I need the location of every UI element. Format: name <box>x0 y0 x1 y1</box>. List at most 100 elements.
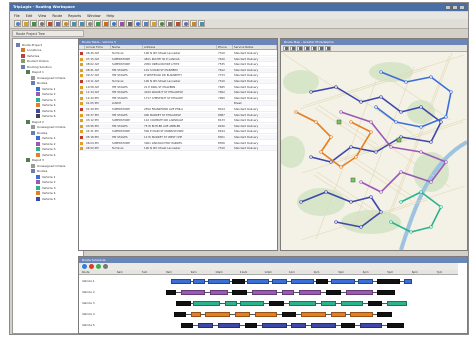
paste-button[interactable] <box>62 20 69 27</box>
table-row[interactable]: 01:49 PM SUPERSTORE 2550 FRANKFORD AVE PHI… <box>79 107 277 112</box>
stop-marker[interactable] <box>399 200 403 204</box>
stop-marker[interactable] <box>449 90 453 94</box>
table-row[interactable]: 10:58 AM HM STAGES 21 E KING ST MALVERN 784… <box>79 85 277 90</box>
stop-marker[interactable] <box>419 105 423 109</box>
tree-item[interactable]: Routes <box>31 169 47 174</box>
stop-marker[interactable] <box>429 75 433 79</box>
tree-item[interactable]: Unassigned Orders <box>31 163 66 168</box>
service-block[interactable] <box>345 289 373 295</box>
stop-marker[interactable] <box>379 95 383 99</box>
stop-marker[interactable] <box>374 105 378 109</box>
table-row[interactable]: 12:20 PM HM STAGES 1717 CHESTNUT ST PHILAD… <box>79 96 277 101</box>
service-block[interactable] <box>193 300 221 306</box>
stop-marker[interactable] <box>429 180 433 184</box>
save-button[interactable] <box>30 20 37 27</box>
table-row[interactable]: 08:02 AM SUPERSTORE 2050 OREGON PIKE LITIT… <box>79 62 277 68</box>
idle-block[interactable] <box>377 278 400 284</box>
tree-item[interactable]: Vehicle 4 <box>36 191 56 196</box>
idle-block[interactable] <box>367 300 383 306</box>
idle-block[interactable] <box>325 289 341 295</box>
stop-marker[interactable] <box>444 160 448 164</box>
tree-item[interactable]: Depot 1 <box>26 70 44 75</box>
table-row[interactable]: 05:18 PM HM STAGES 12 W MARKET ST WEST CHE… <box>79 135 277 140</box>
depot-marker[interactable] <box>350 177 356 183</box>
open-button[interactable] <box>22 20 29 27</box>
depot-marker[interactable] <box>396 137 402 143</box>
stop-marker[interactable] <box>399 110 403 114</box>
zoom-button[interactable] <box>198 20 205 27</box>
service-block[interactable] <box>190 311 201 317</box>
stop-marker[interactable] <box>419 125 423 129</box>
stop-marker[interactable] <box>429 225 433 229</box>
service-block[interactable] <box>225 300 238 306</box>
stop-marker[interactable] <box>389 220 393 224</box>
clock-button[interactable] <box>158 20 165 27</box>
stop-marker[interactable] <box>369 195 373 199</box>
map-button[interactable] <box>110 20 117 27</box>
print-button[interactable] <box>38 20 45 27</box>
service-block[interactable] <box>350 311 373 317</box>
stop-marker[interactable] <box>354 155 358 159</box>
idle-block[interactable] <box>377 289 395 295</box>
stop-marker[interactable] <box>369 130 373 134</box>
stop-icon[interactable] <box>89 264 94 269</box>
table-row[interactable]: 02:37 PM HM STAGES 900 MARKET ST PHILADELP… <box>79 112 277 118</box>
search-button[interactable] <box>86 20 93 27</box>
tree-item[interactable]: Routes <box>31 81 47 86</box>
idle-block[interactable] <box>173 311 186 317</box>
table-row[interactable]: 07:15 AM SUPERSTORE 4811 ROUTE 30 E LANCAS… <box>79 56 277 62</box>
menu-item-file[interactable]: File <box>14 14 20 18</box>
table-row[interactable]: 03:12 PM SUPERSTORE 110 COWPATH RD LANSDAL… <box>79 118 277 124</box>
tree-tab[interactable]: Route Project Tree <box>12 30 84 37</box>
service-block[interactable] <box>404 278 412 284</box>
service-block[interactable] <box>289 300 317 306</box>
route-button[interactable] <box>102 20 109 27</box>
menu-item-view[interactable]: View <box>38 14 46 18</box>
service-block[interactable] <box>234 311 250 317</box>
help-button[interactable] <box>134 20 141 27</box>
service-block[interactable] <box>252 289 277 295</box>
service-block[interactable] <box>180 289 206 295</box>
tree-item[interactable]: Vehicle 2 <box>36 180 56 185</box>
tree-item[interactable]: Vehicle 1 <box>36 174 56 179</box>
tree-item[interactable]: Unassigned Orders <box>31 125 66 130</box>
idle-block[interactable] <box>180 322 194 328</box>
service-block[interactable] <box>271 278 287 284</box>
stop-marker[interactable] <box>389 145 393 149</box>
tree-item[interactable]: Vehicle 5 <box>36 196 56 201</box>
stop-marker[interactable] <box>419 190 423 194</box>
stop-marker[interactable] <box>404 80 408 84</box>
idle-block[interactable] <box>244 322 258 328</box>
service-block[interactable] <box>387 300 407 306</box>
tree-item[interactable]: Route Project <box>16 42 42 47</box>
tree-item[interactable]: Routed Orders <box>21 59 49 64</box>
stop-marker[interactable] <box>379 210 383 214</box>
table-row[interactable]: 01:05 PM LUNCH Break <box>79 101 277 107</box>
idle-block[interactable] <box>316 278 329 284</box>
stop-marker[interactable] <box>359 225 363 229</box>
refresh-button[interactable] <box>94 20 101 27</box>
chart-button[interactable] <box>118 20 125 27</box>
service-block[interactable] <box>193 278 206 284</box>
close-button[interactable] <box>459 4 465 10</box>
stop-marker[interactable] <box>359 180 363 184</box>
menu-item-edit[interactable]: Edit <box>26 14 33 18</box>
table-row[interactable]: 11:34 AM HM STAGES 4019 WALNUT ST PHILADEL… <box>79 90 277 96</box>
stop-marker[interactable] <box>439 120 443 124</box>
measure-tool-button[interactable] <box>311 45 317 51</box>
tree-item[interactable]: Locations <box>21 48 41 53</box>
table-row[interactable]: 10:11 AM Terminal 100 N 4th Street Lancast… <box>79 79 277 84</box>
stop-marker[interactable] <box>294 110 298 114</box>
stop-marker[interactable] <box>349 200 353 204</box>
stop-marker[interactable] <box>379 70 383 74</box>
stop-marker[interactable] <box>309 90 313 94</box>
settings-button[interactable] <box>126 20 133 27</box>
stop-marker[interactable] <box>439 205 443 209</box>
idle-block[interactable] <box>175 300 191 306</box>
stop-marker[interactable] <box>399 170 403 174</box>
service-block[interactable] <box>254 311 277 317</box>
stop-marker[interactable] <box>334 85 338 89</box>
stop-marker[interactable] <box>334 220 338 224</box>
stop-marker[interactable] <box>329 135 333 139</box>
tree-item[interactable]: Vehicle 6 <box>36 114 56 119</box>
